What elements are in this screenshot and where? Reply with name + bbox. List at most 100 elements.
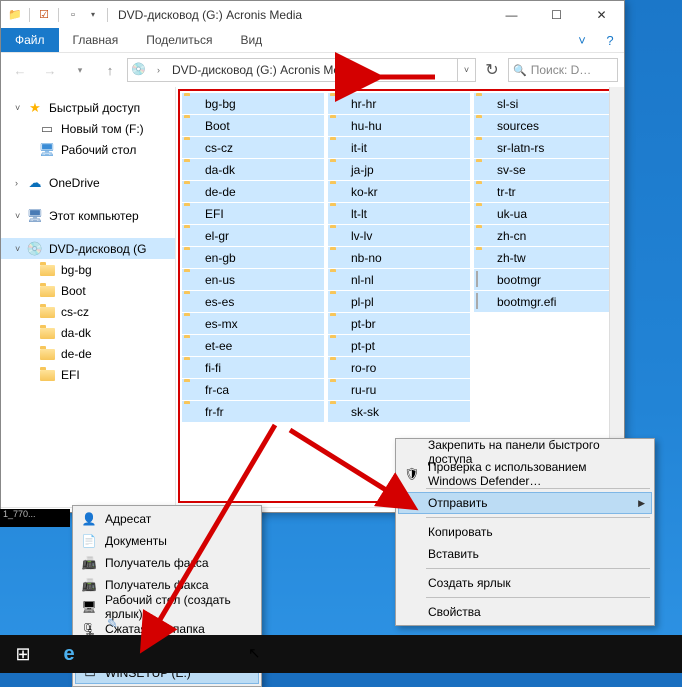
file-item[interactable]: pt-pt (328, 335, 470, 356)
file-item[interactable]: ru-ru (328, 379, 470, 400)
nav-sub-da-dk[interactable]: da-dk (1, 322, 175, 343)
file-item[interactable]: sources (474, 115, 616, 136)
ctx-send[interactable]: Отправить▶ (398, 492, 652, 514)
sendto-fax1[interactable]: 📠Получатель факса (75, 552, 259, 574)
file-item[interactable]: nb-no (328, 247, 470, 268)
file-item[interactable]: el-gr (182, 225, 324, 246)
tab-home[interactable]: Главная (59, 28, 133, 52)
up-button[interactable]: ↑ (97, 57, 123, 83)
nav-desktop[interactable]: 🖥Рабочий стол (1, 139, 175, 160)
ctx-defender[interactable]: 🛡Проверка с использованием Windows Defen… (398, 463, 652, 485)
maximize-button[interactable]: ☐ (534, 1, 579, 28)
refresh-button[interactable]: ↻ (480, 58, 504, 82)
file-item[interactable]: en-gb (182, 247, 324, 268)
file-item[interactable]: ko-kr (328, 181, 470, 202)
nav-sub-bg-bg[interactable]: bg-bg (1, 259, 175, 280)
file-item[interactable]: fr-fr (182, 401, 324, 422)
nav-drive-f[interactable]: ▭Новый том (F:) (1, 118, 175, 139)
nav-dvd-drive[interactable]: ˅💿DVD-дисковод (G (1, 238, 175, 259)
file-item[interactable]: nl-nl (328, 269, 470, 290)
address-dropdown[interactable]: ˅ (457, 59, 475, 81)
file-item[interactable]: sr-latn-rs (474, 137, 616, 158)
file-item[interactable]: it-it (328, 137, 470, 158)
file-item[interactable]: en-us (182, 269, 324, 290)
file-item[interactable]: bootmgr.efi (474, 291, 616, 312)
taskbar[interactable]: ⊞ e (0, 635, 682, 673)
file-item[interactable]: EFI (182, 203, 324, 224)
file-item[interactable]: fi-fi (182, 357, 324, 378)
context-menu[interactable]: Закрепить на панели быстрого доступа 🛡Пр… (395, 438, 655, 626)
tab-view[interactable]: Вид (226, 28, 276, 52)
file-item[interactable]: hr-hr (328, 93, 470, 114)
start-button[interactable]: ⊞ (0, 635, 46, 673)
nav-sub-EFI[interactable]: EFI (1, 364, 175, 385)
edge-button[interactable]: e (46, 635, 92, 673)
file-item[interactable]: uk-ua (474, 203, 616, 224)
file-item[interactable]: es-mx (182, 313, 324, 334)
file-item[interactable]: lt-lt (328, 203, 470, 224)
sendto-addresat[interactable]: 👤Адресат (75, 508, 259, 530)
file-item[interactable]: sk-sk (328, 401, 470, 422)
sendto-desktop[interactable]: 🖥Рабочий стол (создать ярлык) (75, 596, 259, 618)
nav-onedrive[interactable]: ›☁OneDrive (1, 172, 175, 193)
folder-icon (330, 228, 346, 244)
titlebar[interactable]: 📁 ☑ ▫ ▾ DVD-дисковод (G:) Acronis Media … (1, 1, 624, 28)
nav-sub-cs-cz[interactable]: cs-cz (1, 301, 175, 322)
folder-icon (39, 262, 55, 278)
ctx-shortcut[interactable]: Создать ярлык (398, 572, 652, 594)
file-item[interactable]: hu-hu (328, 115, 470, 136)
navigation-pane[interactable]: ˅★Быстрый доступ ▭Новый том (F:) 🖥Рабочи… (1, 87, 176, 507)
folder-icon (476, 184, 492, 200)
newfolder-qat-icon[interactable]: ▫ (65, 7, 81, 23)
file-item[interactable]: es-es (182, 291, 324, 312)
folder-icon (39, 304, 55, 320)
nav-sub-de-de[interactable]: de-de (1, 343, 175, 364)
close-button[interactable]: ✕ (579, 1, 624, 28)
file-icon (476, 294, 492, 310)
nav-quick-access[interactable]: ˅★Быстрый доступ (1, 97, 175, 118)
file-item[interactable]: zh-cn (474, 225, 616, 246)
recent-dropdown[interactable]: ▾ (67, 57, 93, 83)
folder-icon (476, 118, 492, 134)
file-item[interactable]: pl-pl (328, 291, 470, 312)
nav-thispc[interactable]: ˅🖥Этот компьютер (1, 205, 175, 226)
file-item[interactable]: tr-tr (474, 181, 616, 202)
folder-icon (184, 382, 200, 398)
file-item[interactable]: Boot (182, 115, 324, 136)
folder-icon (476, 96, 492, 112)
file-item[interactable]: fr-ca (182, 379, 324, 400)
ctx-properties[interactable]: Свойства (398, 601, 652, 623)
search-input[interactable]: 🔍 Поиск: D… (508, 58, 618, 82)
contact-icon: 👤 (81, 511, 97, 527)
file-item[interactable]: bootmgr (474, 269, 616, 290)
ctx-paste[interactable]: Вставить (398, 543, 652, 565)
nav-sub-Boot[interactable]: Boot (1, 280, 175, 301)
folder-icon (476, 162, 492, 178)
file-item[interactable]: et-ee (182, 335, 324, 356)
minimize-button[interactable]: — (489, 1, 534, 28)
help-icon[interactable]: ? (596, 28, 624, 52)
file-item[interactable]: de-de (182, 181, 324, 202)
disc-icon: 💿 (27, 241, 43, 257)
file-item[interactable]: da-dk (182, 159, 324, 180)
qat-dropdown-icon[interactable]: ▾ (85, 7, 101, 23)
properties-qat-icon[interactable]: ☑ (36, 7, 52, 23)
file-item[interactable]: ja-jp (328, 159, 470, 180)
forward-button[interactable]: → (37, 57, 63, 83)
file-item[interactable]: cs-cz (182, 137, 324, 158)
file-item[interactable]: ro-ro (328, 357, 470, 378)
file-item[interactable]: bg-bg (182, 93, 324, 114)
sendto-docs[interactable]: 📄Документы (75, 530, 259, 552)
ribbon-expand-icon[interactable]: ˅ (568, 28, 596, 52)
address-location[interactable]: DVD-дисковод (G:) Acronis Media (172, 63, 356, 77)
file-item[interactable]: sl-si (474, 93, 616, 114)
file-item[interactable]: lv-lv (328, 225, 470, 246)
ctx-copy[interactable]: Копировать (398, 521, 652, 543)
file-item[interactable]: pt-br (328, 313, 470, 334)
back-button[interactable]: ← (7, 57, 33, 83)
file-item[interactable]: zh-tw (474, 247, 616, 268)
address-bar[interactable]: 💿 › DVD-дисковод (G:) Acronis Media› ˅ (127, 58, 476, 82)
tab-share[interactable]: Поделиться (132, 28, 226, 52)
tab-file[interactable]: Файл (1, 28, 59, 52)
file-item[interactable]: sv-se (474, 159, 616, 180)
